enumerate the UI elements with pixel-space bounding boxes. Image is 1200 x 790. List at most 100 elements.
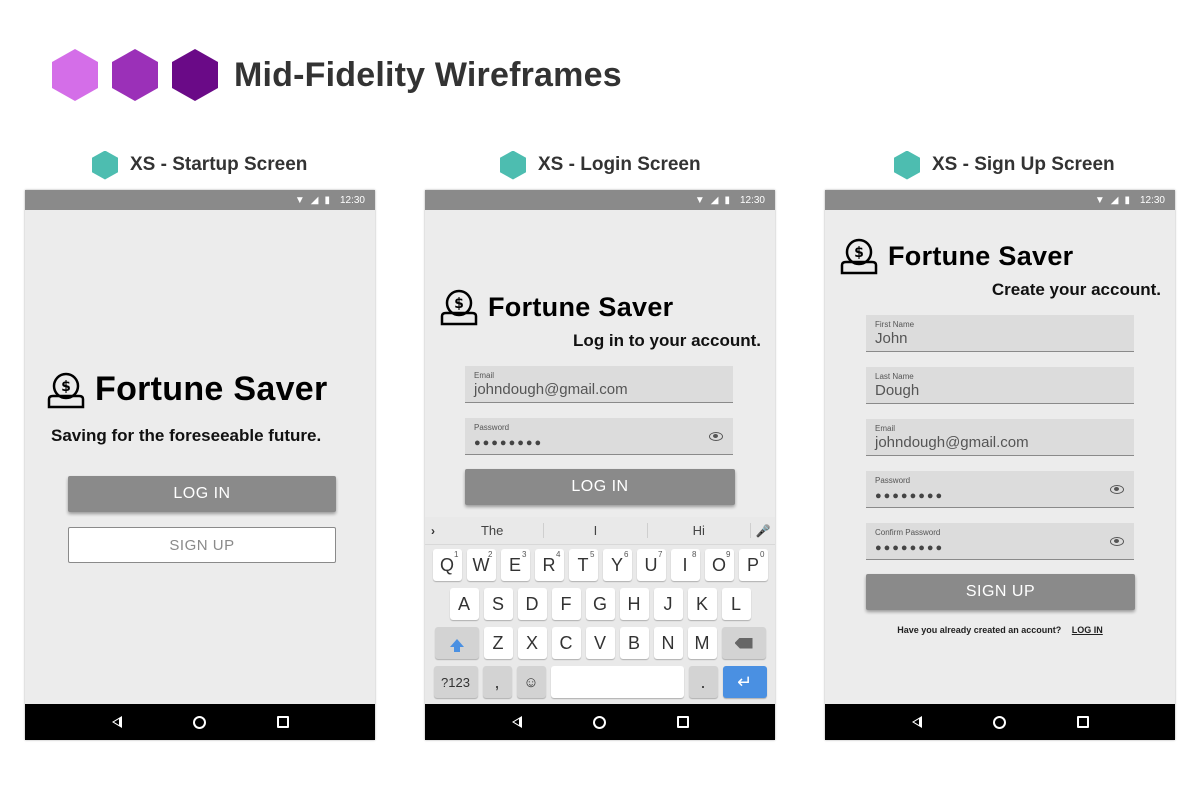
login-screen: ▼ ◢ ▮ 12:30 $ Fortune Saver Log in to yo… (425, 190, 775, 740)
suggestion-bar: › The I Hi 🎤 (425, 517, 775, 545)
status-time: 12:30 (339, 194, 365, 206)
key[interactable]: Q1 (432, 549, 462, 581)
key[interactable]: Z (483, 627, 513, 659)
emoji-key[interactable]: ☺ (516, 666, 546, 698)
confirm-password-field[interactable]: Confirm Password ●●●●●●●● (866, 523, 1134, 560)
status-time: 12:30 (1139, 194, 1165, 206)
signal-icon: ◢ (310, 194, 319, 206)
key[interactable]: F (551, 588, 581, 620)
email-field[interactable]: Email johndough@gmail.com (866, 419, 1134, 456)
key[interactable]: L (721, 588, 751, 620)
email-field[interactable]: Email johndough@gmail.com (465, 366, 733, 403)
key[interactable]: R4 (534, 549, 564, 581)
key[interactable]: K (687, 588, 717, 620)
key[interactable]: Y6 (602, 549, 632, 581)
key[interactable]: C (551, 627, 581, 659)
emoji-icon: ☺ (523, 673, 539, 691)
home-icon[interactable] (993, 715, 1007, 729)
key[interactable]: N (653, 627, 683, 659)
login-link[interactable]: LOG IN (1072, 625, 1103, 635)
key[interactable]: V (585, 627, 615, 659)
first-name-field[interactable]: First Name John (866, 315, 1134, 352)
home-icon[interactable] (593, 715, 607, 729)
symbols-key[interactable]: ?123 (433, 666, 478, 698)
hexagon-icon (172, 49, 218, 101)
key[interactable]: E3 (500, 549, 530, 581)
key[interactable]: M (687, 627, 717, 659)
key-row-4: ?123 , ☺ . ↵ (425, 666, 775, 698)
period-key[interactable]: . (688, 666, 718, 698)
brand-name: Fortune Saver (888, 240, 1074, 271)
app-logo: $ Fortune Saver (45, 370, 328, 409)
home-icon[interactable] (193, 715, 207, 729)
key[interactable]: D (517, 588, 547, 620)
svg-text:$: $ (854, 245, 864, 261)
tagline: Saving for the foreseeable future. (51, 426, 322, 445)
signup-button[interactable]: SIGN UP (68, 527, 336, 563)
key[interactable]: O9 (704, 549, 734, 581)
recent-apps-icon[interactable] (676, 715, 690, 729)
chevron-right-icon[interactable]: › (425, 524, 441, 538)
microphone-icon[interactable]: 🎤 (751, 524, 775, 538)
signal-icon: ◢ (1110, 194, 1119, 206)
screen-label-signup: XS - Sign Up Screen (894, 150, 1115, 180)
eye-icon[interactable] (1110, 485, 1124, 494)
key[interactable]: G (585, 588, 615, 620)
app-logo: $ Fortune Saver (838, 237, 1073, 275)
login-button[interactable]: LOG IN (465, 469, 735, 505)
shift-key[interactable] (434, 627, 479, 659)
hexagon-icon (92, 150, 118, 180)
wifi-icon: ▼ (1094, 194, 1105, 206)
navigation-bar (25, 704, 375, 740)
enter-icon: ↵ (736, 671, 753, 692)
key[interactable]: H (619, 588, 649, 620)
navigation-bar (825, 704, 1175, 740)
screen-label-login: XS - Login Screen (500, 150, 701, 180)
money-bag-icon: $ (45, 371, 87, 409)
back-icon[interactable] (910, 715, 924, 729)
key[interactable]: X (517, 627, 547, 659)
battery-icon: ▮ (1124, 194, 1130, 206)
suggestion-item[interactable]: Hi (648, 523, 751, 538)
recent-apps-icon[interactable] (1076, 715, 1090, 729)
key[interactable]: T5 (568, 549, 598, 581)
back-icon[interactable] (510, 715, 524, 729)
svg-text:$: $ (454, 296, 464, 312)
key[interactable]: P0 (738, 549, 768, 581)
wifi-icon: ▼ (694, 194, 705, 206)
svg-text:$: $ (61, 379, 71, 395)
hexagon-icon (500, 150, 526, 180)
last-name-field[interactable]: Last Name Dough (866, 367, 1134, 404)
recent-apps-icon[interactable] (276, 715, 290, 729)
backspace-icon (734, 637, 753, 649)
enter-key[interactable]: ↵ (722, 666, 767, 698)
navigation-bar (425, 704, 775, 740)
key[interactable]: U7 (636, 549, 666, 581)
key[interactable]: J (653, 588, 683, 620)
key[interactable]: S (483, 588, 513, 620)
key[interactable]: W2 (466, 549, 496, 581)
money-bag-icon: $ (438, 288, 480, 326)
eye-icon[interactable] (1110, 537, 1124, 546)
signup-screen: ▼ ◢ ▮ 12:30 $ Fortune Saver Create your … (825, 190, 1175, 740)
app-logo: $ Fortune Saver (438, 288, 673, 326)
login-button[interactable]: LOG IN (68, 476, 336, 512)
space-key[interactable] (550, 666, 684, 698)
key[interactable]: B (619, 627, 649, 659)
password-field[interactable]: Password ●●●●●●●● (866, 471, 1134, 508)
key-row-3: Z X C V B N M (425, 627, 775, 659)
signup-button[interactable]: SIGN UP (866, 574, 1135, 610)
password-field[interactable]: Password ●●●●●●●● (465, 418, 733, 455)
page-title: Mid-Fidelity Wireframes (234, 55, 622, 94)
key[interactable]: A (449, 588, 479, 620)
eye-icon[interactable] (709, 432, 723, 441)
key-row-2: A S D F G H J K L (425, 588, 775, 620)
back-icon[interactable] (110, 715, 124, 729)
comma-key[interactable]: , (482, 666, 512, 698)
suggestion-item[interactable]: I (544, 523, 648, 538)
suggestion-item[interactable]: The (441, 523, 545, 538)
backspace-key[interactable] (721, 627, 766, 659)
login-prompt: Have you already created an account? LOG… (897, 625, 1103, 635)
signal-icon: ◢ (710, 194, 719, 206)
key[interactable]: I8 (670, 549, 700, 581)
